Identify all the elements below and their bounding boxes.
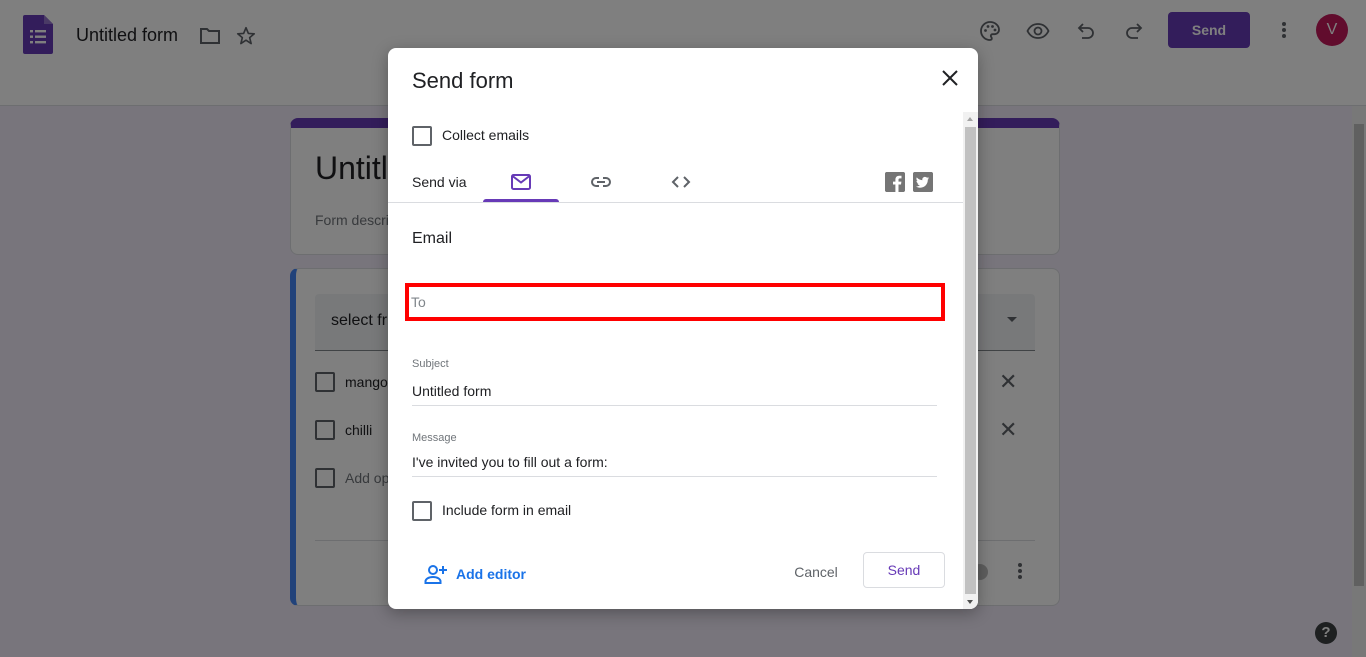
scroll-up-arrow-icon[interactable]	[967, 117, 973, 121]
message-input[interactable]	[412, 449, 937, 475]
send-form-dialog: Send form Collect emails Send via Email	[388, 48, 978, 609]
subject-input[interactable]	[412, 378, 937, 404]
mail-icon	[511, 174, 531, 190]
checkbox-label: Collect emails	[442, 127, 530, 143]
close-icon[interactable]	[938, 66, 962, 90]
dialog-scrollbar[interactable]	[963, 112, 978, 609]
send-via-label: Send via	[412, 174, 467, 190]
to-field[interactable]	[405, 283, 945, 321]
message-label: Message	[412, 432, 457, 444]
cancel-button[interactable]: Cancel	[781, 554, 851, 590]
message-field[interactable]	[412, 449, 937, 477]
person-add-icon	[424, 565, 447, 584]
link-icon	[591, 177, 611, 187]
tab-link[interactable]	[563, 160, 639, 202]
scroll-down-arrow-icon[interactable]	[967, 600, 973, 604]
checkbox-box[interactable]	[412, 126, 432, 146]
tab-email[interactable]	[483, 160, 559, 202]
tab-embed[interactable]	[643, 160, 719, 202]
add-editor-label: Add editor	[456, 566, 526, 582]
divider	[388, 202, 963, 203]
checkbox-box[interactable]	[412, 501, 432, 521]
code-icon	[671, 176, 691, 188]
subject-label: Subject	[412, 358, 449, 370]
dialog-title: Send form	[412, 68, 514, 93]
section-title-email: Email	[412, 230, 453, 247]
checkbox-label: Include form in email	[442, 502, 572, 518]
twitter-icon[interactable]	[913, 172, 933, 192]
to-input[interactable]	[411, 287, 939, 317]
facebook-icon[interactable]	[885, 172, 905, 192]
dialog-send-button[interactable]: Send	[863, 552, 945, 588]
subject-field[interactable]	[412, 378, 937, 406]
scrollbar-thumb[interactable]	[965, 127, 976, 594]
